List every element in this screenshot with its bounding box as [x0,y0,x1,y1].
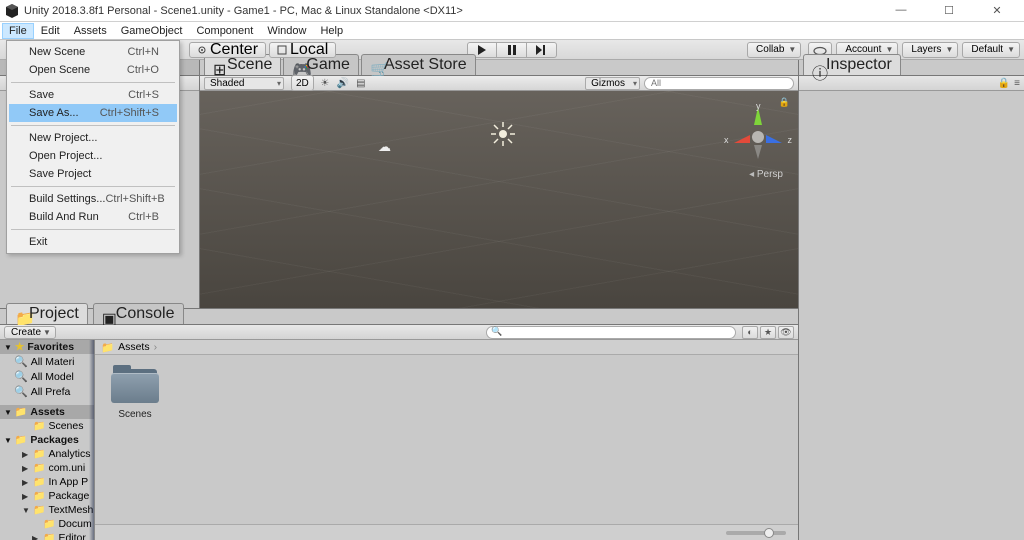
game-icon: 🎮 [292,60,303,71]
console-icon: ▣ [102,309,113,320]
inspector-lock-icon[interactable]: 🔒 [998,78,1010,89]
scene-icon: ⊞ [213,60,224,71]
project-hidden-icon[interactable]: 👁 [778,326,794,339]
menu-open-project[interactable]: Open Project... [9,147,177,165]
menu-bar: File Edit Assets GameObject Component Wi… [0,22,1024,40]
menu-file[interactable]: File [2,23,34,39]
layout-dropdown[interactable]: Default▼ [962,42,1020,58]
fav-all-models[interactable]: 🔍All Model [0,369,94,384]
window-title: Unity 2018.3.8f1 Personal - Scene1.unity… [24,5,463,17]
menu-edit[interactable]: Edit [34,23,67,39]
project-filter-icon[interactable]: ◐ [742,326,758,339]
menu-save-as[interactable]: Save As...Ctrl+Shift+S [9,104,177,122]
tab-inspector[interactable]: ⓘInspector [803,54,901,75]
tree-analytics[interactable]: ▶📁Analytics [0,447,94,461]
folder-icon: 📁 [101,341,114,354]
tree-package[interactable]: ▶📁Package [0,489,94,503]
scene-panel: ⊞Scene 🎮Game 🛒Asset Store Shaded 2D ☀ 🔊 … [200,60,798,308]
menu-save-project[interactable]: Save Project [9,165,177,183]
scene-2d-toggle[interactable]: 2D [291,75,314,91]
tree-editor[interactable]: ▶📁Editor [0,531,94,540]
inspector-icon: ⓘ [812,60,823,71]
step-button[interactable] [527,42,557,58]
menu-new-scene[interactable]: New SceneCtrl+N [9,43,177,61]
scene-toolbar: Shaded 2D ☀ 🔊 ▤ Gizmos [200,76,798,91]
scene-viewport[interactable]: ☁ 🔒 y x z Persp [200,91,798,308]
folder-icon [111,365,159,405]
project-create-dropdown[interactable]: Create▼ [4,326,56,339]
project-search-input[interactable] [486,326,736,339]
project-tree: ▼★Favorites 🔍All Materi 🔍All Model 🔍All … [0,340,95,540]
shading-mode-dropdown[interactable]: Shaded [204,77,284,90]
tree-in-app[interactable]: ▶📁In App P [0,475,94,489]
menu-component[interactable]: Component [189,23,260,39]
scene-fx-icon[interactable]: ▤ [354,78,368,89]
orientation-gizmo[interactable]: y x z [728,103,788,163]
pivot-local-icon [277,45,287,55]
window-maximize-button[interactable]: ☐ [934,4,964,17]
menu-new-project[interactable]: New Project... [9,129,177,147]
axis-x-label: x [724,135,729,145]
tree-docum[interactable]: 📁Docum [0,517,94,531]
menu-build-settings[interactable]: Build Settings...Ctrl+Shift+B [9,190,177,208]
tab-project[interactable]: 📁Project [6,303,88,324]
pivot-center-button[interactable]: Center [189,42,266,58]
assets-header[interactable]: ▼📁Assets [0,405,94,419]
thumbnail-size-slider[interactable] [726,531,786,535]
project-favorite-icon[interactable]: ★ [760,326,776,339]
packages-header[interactable]: ▼📁Packages [0,433,94,447]
inspector-menu-icon[interactable]: ≡ [1014,78,1020,89]
gizmos-dropdown[interactable]: Gizmos [585,77,640,90]
window-close-button[interactable]: ✕ [982,4,1012,17]
collab-dropdown[interactable]: Collab▼ [747,42,801,58]
project-icon: 📁 [15,309,26,320]
asset-folder-scenes[interactable]: Scenes [105,365,165,420]
fav-all-materials[interactable]: 🔍All Materi [0,354,94,369]
menu-save[interactable]: SaveCtrl+S [9,86,177,104]
tree-scenes[interactable]: 📁Scenes [0,419,94,433]
unity-logo-icon [4,3,20,19]
projection-label[interactable]: Persp [749,169,783,180]
pause-button[interactable] [497,42,527,58]
scene-audio-icon[interactable]: 🔊 [336,78,350,89]
window-minimize-button[interactable]: — [886,4,916,17]
cloud-icon: ☁ [378,139,391,155]
asset-store-icon: 🛒 [370,60,381,71]
menu-window[interactable]: Window [260,23,313,39]
pivot-center-icon [197,45,207,55]
axis-y-label: y [756,101,761,111]
project-status-bar [95,524,798,540]
tab-console[interactable]: ▣Console [93,303,184,324]
scene-lighting-icon[interactable]: ☀ [318,78,332,89]
tab-asset-store[interactable]: 🛒Asset Store [361,54,476,75]
menu-help[interactable]: Help [313,23,350,39]
window-titlebar: Unity 2018.3.8f1 Personal - Scene1.unity… [0,0,1024,22]
project-breadcrumb[interactable]: 📁Assets› [95,340,798,355]
menu-assets[interactable]: Assets [67,23,114,39]
project-panel: 📁Project ▣Console Create▼ ◐ ★ 👁 ▼★Favori… [0,308,798,540]
file-menu-dropdown: New SceneCtrl+N Open SceneCtrl+O SaveCtr… [6,40,180,254]
inspector-panel: ⓘInspector 🔒≡ [798,60,1024,540]
tree-textmesh[interactable]: ▼📁TextMesh [0,503,94,517]
menu-build-and-run[interactable]: Build And RunCtrl+B [9,208,177,226]
sun-light-icon [490,121,516,147]
fav-all-prefabs[interactable]: 🔍All Prefa [0,384,94,399]
layers-dropdown[interactable]: Layers▼ [902,42,958,58]
scene-search-input[interactable] [644,77,794,90]
pivot-local-button[interactable]: Local [269,42,336,58]
menu-exit[interactable]: Exit [9,233,177,251]
play-controls [467,42,557,58]
favorites-header[interactable]: ▼★Favorites [0,340,94,354]
menu-open-scene[interactable]: Open SceneCtrl+O [9,61,177,79]
menu-gameobject[interactable]: GameObject [114,23,190,39]
tree-com-unity[interactable]: ▶📁com.uni [0,461,94,475]
axis-z-label: z [788,135,793,145]
